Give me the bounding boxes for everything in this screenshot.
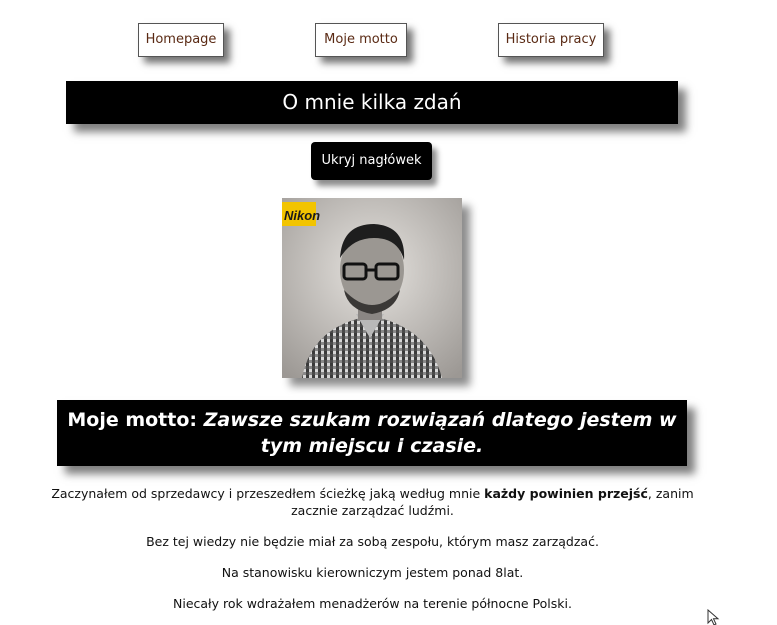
motto-text: Zawsze szukam rozwiązań dlatego jestem w… (203, 409, 677, 457)
nav-homepage-button[interactable]: Homepage (138, 23, 224, 57)
about-paragraph-3: Na stanowisku kierowniczym jestem ponad … (221, 565, 524, 580)
page: Homepage Moje motto Historia pracy O mni… (0, 0, 777, 625)
about-paragraph-1: Zaczynałem od sprzedawcy i przeszedłem ś… (40, 485, 705, 519)
page-title: O mnie kilka zdań (282, 90, 462, 114)
motto-prefix: Moje motto: (67, 409, 204, 431)
profile-photo: Nikon (282, 198, 462, 378)
p1-bold-text: każdy powinien przejść (484, 486, 648, 501)
hide-header-button[interactable]: Ukryj nagłówek (311, 142, 432, 180)
nav-motto-button[interactable]: Moje motto (315, 23, 407, 57)
mouse-cursor-icon (707, 608, 721, 625)
page-header: O mnie kilka zdań (66, 81, 678, 124)
p1-text-start: Zaczynałem od sprzedawcy i przeszedłem ś… (51, 486, 485, 501)
about-paragraph-4: Niecały rok wdrażałem menadżerów na tere… (173, 596, 572, 611)
nikon-logo-text: Nikon (284, 208, 320, 223)
nav-history-button[interactable]: Historia pracy (498, 23, 604, 57)
motto-banner: Moje motto: Zawsze szukam rozwiązań dlat… (57, 400, 687, 466)
about-paragraph-2: Bez tej wiedzy nie będzie miał za sobą z… (146, 534, 599, 549)
